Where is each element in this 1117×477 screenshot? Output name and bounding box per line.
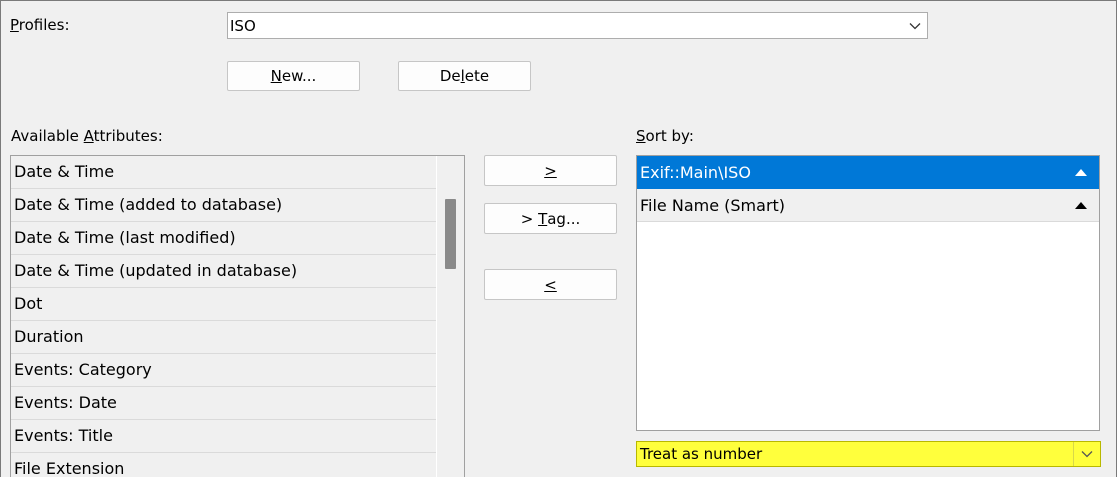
list-item[interactable]: Duration	[11, 321, 436, 354]
sort-mode-dropdown[interactable]: Treat as number	[636, 441, 1101, 467]
chevron-down-icon	[1073, 442, 1100, 466]
add-attribute-button[interactable]: >	[484, 155, 617, 186]
sort-item[interactable]: Exif::Main\ISO	[637, 156, 1099, 189]
attribute-items: Date & Time Date & Time (added to databas…	[11, 156, 436, 477]
profiles-dropdown[interactable]: ISO	[227, 12, 928, 39]
available-attributes-label: Available Attributes:	[11, 127, 163, 145]
list-item[interactable]: Events: Date	[11, 387, 436, 420]
chevron-down-icon	[903, 13, 927, 38]
list-item[interactable]: Date & Time (last modified)	[11, 222, 436, 255]
profiles-label: Profiles:	[10, 16, 70, 34]
sort-ascending-icon[interactable]	[1075, 156, 1087, 189]
sort-item-label: File Name (Smart)	[640, 196, 786, 215]
vertical-scrollbar[interactable]	[437, 156, 464, 477]
list-item[interactable]: Date & Time	[11, 156, 436, 189]
list-item[interactable]: Date & Time (added to database)	[11, 189, 436, 222]
available-attributes-list[interactable]: Date & Time Date & Time (added to databas…	[10, 155, 465, 477]
sort-item-label: Exif::Main\ISO	[640, 163, 751, 182]
sort-item[interactable]: File Name (Smart)	[637, 189, 1099, 222]
sort-ascending-icon[interactable]	[1075, 189, 1087, 222]
delete-profile-button[interactable]: De l ete	[398, 61, 531, 91]
new-profile-button[interactable]: New...	[227, 61, 360, 91]
remove-attribute-button[interactable]: <	[484, 269, 617, 300]
sort-by-list[interactable]: Exif::Main\ISOFile Name (Smart)	[636, 155, 1100, 431]
list-item[interactable]: Events: Title	[11, 420, 436, 453]
add-tag-button[interactable]: > Tag...	[484, 203, 617, 234]
list-item[interactable]: Date & Time (updated in database)	[11, 255, 436, 288]
list-item[interactable]: File Extension	[11, 453, 436, 477]
sort-mode-value: Treat as number	[640, 445, 763, 463]
profiles-dropdown-value: ISO	[230, 16, 256, 35]
list-item[interactable]: Events: Category	[11, 354, 436, 387]
sort-items: Exif::Main\ISOFile Name (Smart)	[637, 156, 1099, 222]
sort-by-label: Sort by:	[636, 127, 694, 145]
list-item[interactable]: Dot	[11, 288, 436, 321]
scrollbar-thumb[interactable]	[445, 199, 456, 269]
